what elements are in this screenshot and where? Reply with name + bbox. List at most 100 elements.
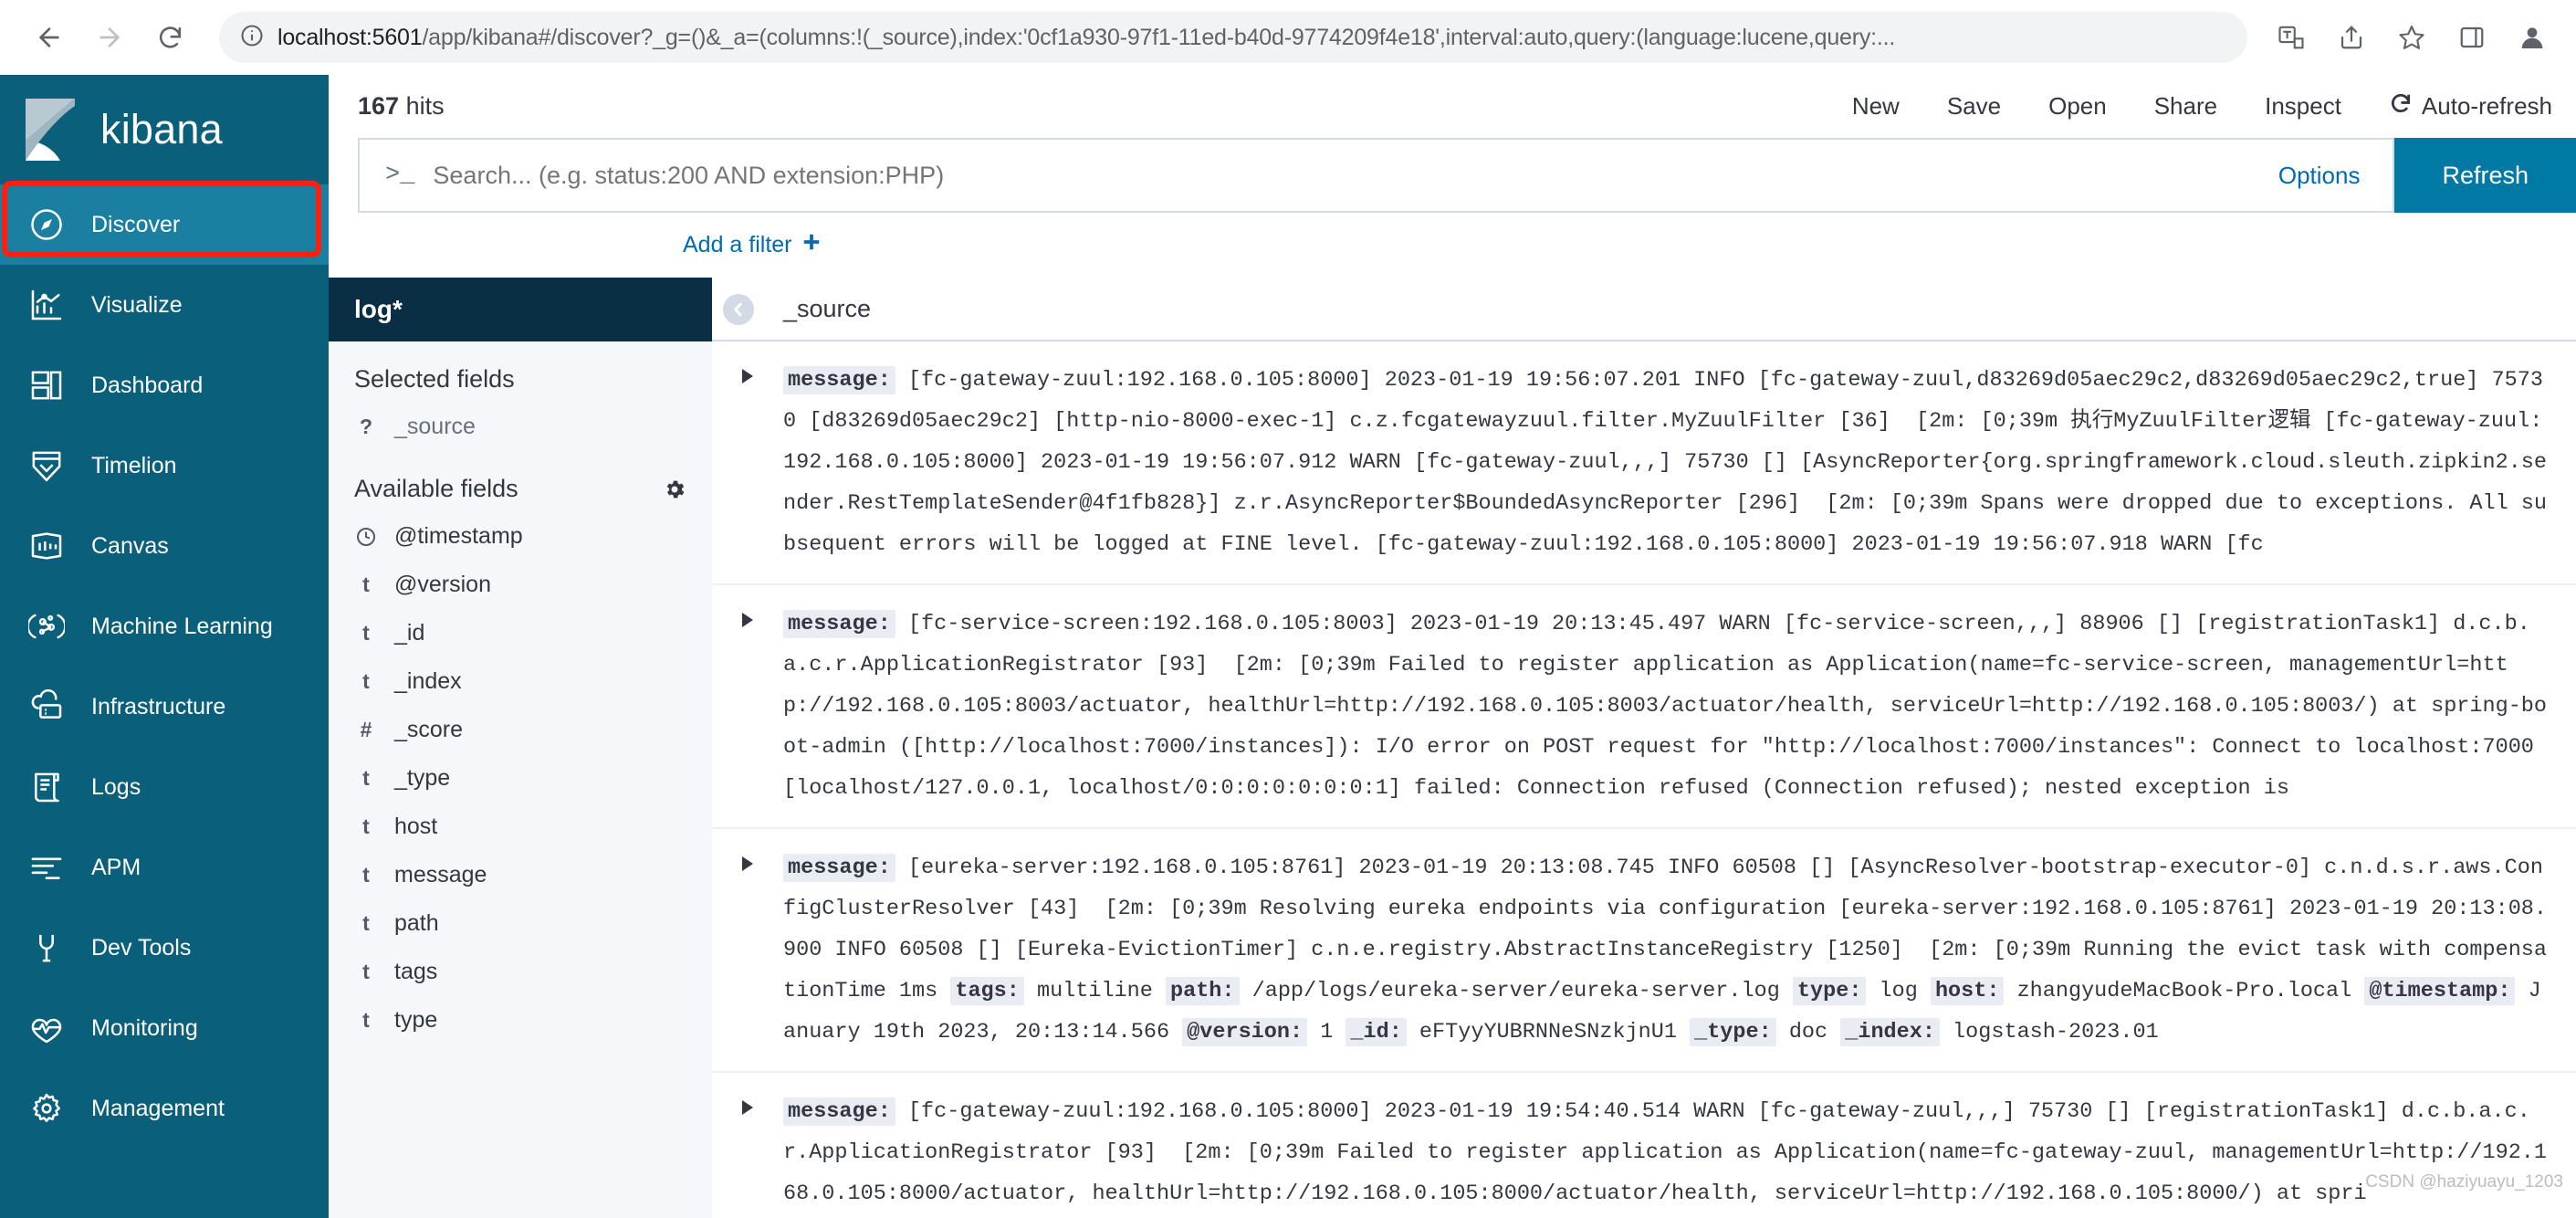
url-host: localhost:5601 xyxy=(277,24,423,50)
topnav-auto-refresh[interactable]: Auto-refresh xyxy=(2365,91,2576,121)
sidebar-item-logs[interactable]: Logs xyxy=(0,747,329,827)
hits-counter: 167 hits xyxy=(358,92,445,121)
field-type-icon: t xyxy=(362,863,370,887)
reload-button[interactable] xyxy=(144,12,195,63)
sidebar-item-visualize[interactable]: Visualize xyxy=(0,265,329,345)
field-type-icon: t xyxy=(362,960,370,984)
refresh-icon xyxy=(2389,91,2413,121)
app-root: kibana Discover Visualize Dashboard Time xyxy=(0,75,2576,1218)
sidebar-item-machine-learning[interactable]: Machine Learning xyxy=(0,586,329,667)
field-row-tags[interactable]: t tags xyxy=(329,948,712,996)
query-input-wrapper[interactable]: >_ Options xyxy=(358,137,2395,214)
sidebar-item-label: Monitoring xyxy=(91,1014,198,1041)
kibana-brand[interactable]: kibana xyxy=(0,75,329,184)
field-value-text: [fc-gateway-zuul:192.168.0.105:8000] 202… xyxy=(783,1099,2548,1207)
field-row-type-underscore[interactable]: t _type xyxy=(329,754,712,803)
index-pattern-title[interactable]: log* xyxy=(329,278,712,342)
field-row-score[interactable]: # _score xyxy=(329,706,712,754)
share-icon[interactable] xyxy=(2331,17,2372,58)
sidebar-item-infrastructure[interactable]: Infrastructure xyxy=(0,667,329,747)
field-settings-gear-icon[interactable] xyxy=(663,478,686,501)
watermark: CSDN @haziyuayu_1203 xyxy=(2365,1172,2563,1192)
address-bar[interactable]: localhost:5601/app/kibana#/discover?_g=(… xyxy=(219,12,2247,63)
global-nav-sidebar: kibana Discover Visualize Dashboard Time xyxy=(0,75,329,1218)
url-path: /app/kibana#/discover?_g=()&_a=(columns:… xyxy=(422,24,1896,50)
search-input[interactable] xyxy=(433,161,2246,190)
topnav-new[interactable]: New xyxy=(1828,92,1923,121)
field-row-type[interactable]: t type xyxy=(329,996,712,1045)
expand-caret-icon[interactable] xyxy=(712,604,783,809)
document-source-cell: message: [eureka-server:192.168.0.105:87… xyxy=(783,847,2549,1053)
field-key-badge: @version: xyxy=(1182,1018,1308,1047)
field-key-badge: host: xyxy=(1930,977,2005,1006)
translate-icon[interactable] xyxy=(2271,17,2311,58)
field-row-message[interactable]: t message xyxy=(329,851,712,899)
field-key-badge: @timestamp: xyxy=(2364,977,2516,1006)
kibana-logo-icon xyxy=(24,97,80,163)
sidebar-item-label: Timelion xyxy=(91,452,177,478)
document-table: _source message: [fc-gateway-zuul:192.16… xyxy=(712,278,2576,1218)
sidebar-item-apm[interactable]: APM xyxy=(0,827,329,908)
field-row-version[interactable]: t @version xyxy=(329,561,712,609)
field-name: _id xyxy=(394,620,425,646)
timelion-icon xyxy=(27,446,66,485)
forward-button[interactable] xyxy=(84,12,135,63)
field-name: @version xyxy=(394,572,491,598)
field-row-timestamp[interactable]: @timestamp xyxy=(329,512,712,561)
site-info-icon[interactable] xyxy=(239,23,265,53)
add-filter-button[interactable]: Add a filter xyxy=(683,232,822,258)
field-row-path[interactable]: t path xyxy=(329,899,712,948)
field-key-badge: _id: xyxy=(1346,1018,1407,1047)
chevron-left-icon[interactable] xyxy=(723,294,754,326)
chart-icon xyxy=(27,286,66,324)
back-button[interactable] xyxy=(24,12,75,63)
column-header-source[interactable]: _source xyxy=(712,278,2576,342)
topnav-inspect[interactable]: Inspect xyxy=(2241,92,2365,121)
profile-icon[interactable] xyxy=(2512,17,2552,58)
table-row: message: [fc-gateway-zuul:192.168.0.105:… xyxy=(712,341,2576,586)
field-row-index[interactable]: t _index xyxy=(329,657,712,706)
sidebar-item-management[interactable]: Management xyxy=(0,1068,329,1149)
query-bar: >_ Options Refresh xyxy=(329,137,2576,214)
hits-count: 167 xyxy=(358,91,400,120)
table-row: message: [fc-gateway-zuul:192.168.0.105:… xyxy=(712,1073,2576,1218)
heartbeat-icon xyxy=(27,1009,66,1047)
field-type-icon: t xyxy=(362,572,370,597)
sidebar-item-label: Canvas xyxy=(91,532,169,559)
field-name: _source xyxy=(394,414,476,440)
field-key-badge: path: xyxy=(1166,977,1240,1006)
expand-caret-icon[interactable] xyxy=(712,360,783,565)
sidebar-item-monitoring[interactable]: Monitoring xyxy=(0,988,329,1068)
sidebar-item-canvas[interactable]: Canvas xyxy=(0,506,329,586)
field-name: host xyxy=(394,814,438,840)
refresh-button[interactable]: Refresh xyxy=(2394,137,2576,214)
topnav-share[interactable]: Share xyxy=(2131,92,2241,121)
plus-icon xyxy=(801,232,822,258)
field-row-id[interactable]: t _id xyxy=(329,609,712,657)
field-row-host[interactable]: t host xyxy=(329,803,712,851)
clock-icon xyxy=(354,526,378,548)
side-panel-icon[interactable] xyxy=(2452,17,2492,58)
field-value-text: doc xyxy=(1775,1020,1841,1045)
field-row-source[interactable]: ? _source xyxy=(329,403,712,451)
sidebar-item-dev-tools[interactable]: Dev Tools xyxy=(0,908,329,988)
table-row: message: [fc-service-screen:192.168.0.10… xyxy=(712,585,2576,830)
options-button[interactable]: Options xyxy=(2246,162,2393,190)
star-icon[interactable] xyxy=(2392,17,2432,58)
field-type-icon: t xyxy=(362,669,370,694)
sidebar-item-timelion[interactable]: Timelion xyxy=(0,425,329,506)
available-fields-header: Available fields xyxy=(329,451,712,512)
url-text: localhost:5601/app/kibana#/discover?_g=(… xyxy=(277,25,1895,51)
sidebar-item-dashboard[interactable]: Dashboard xyxy=(0,345,329,425)
field-name: _index xyxy=(394,668,462,695)
available-fields-label: Available fields xyxy=(354,475,518,503)
dashboard-icon xyxy=(27,366,66,404)
expand-caret-icon[interactable] xyxy=(712,1091,783,1214)
sidebar-item-discover[interactable]: Discover xyxy=(0,184,329,265)
topnav-open[interactable]: Open xyxy=(2025,92,2131,121)
field-name: @timestamp xyxy=(394,523,523,550)
topnav-save[interactable]: Save xyxy=(1923,92,2025,121)
field-type-icon: t xyxy=(362,1008,370,1033)
field-value-text: zhangyudeMacBook-Pro.local xyxy=(2004,979,2365,1004)
expand-caret-icon[interactable] xyxy=(712,847,783,1053)
